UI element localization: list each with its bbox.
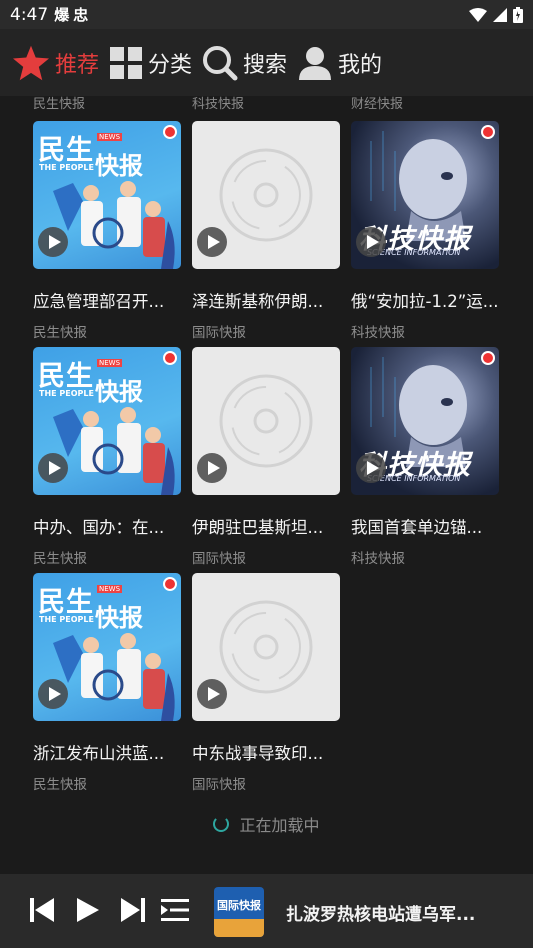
wifi-icon	[469, 7, 487, 22]
play-button[interactable]	[38, 453, 68, 483]
content-card[interactable]: 民生 NEWS 快报 THE PEOPLE 应急管理部召开... 民生快报	[33, 121, 183, 341]
card-title[interactable]: 应急管理部召开...	[33, 288, 183, 312]
tab-mine[interactable]: 我的	[297, 45, 382, 81]
card-source: 民生快报	[33, 97, 86, 112]
loading-indicator: 正在加载中	[0, 812, 533, 836]
play-icon	[48, 687, 61, 701]
cover-image-placeholder[interactable]	[192, 347, 340, 495]
play-icon	[366, 461, 379, 475]
play-button[interactable]	[197, 453, 227, 483]
card-title[interactable]: 伊朗驻巴基斯坦...	[192, 514, 342, 538]
play-button[interactable]	[356, 453, 386, 483]
card-source: 财经快报	[351, 97, 404, 112]
tab-category[interactable]: 分类	[109, 46, 192, 80]
card-source: 科技快报	[351, 325, 405, 341]
cover-image-keji[interactable]: 科技快报 SCIENCE INFORMATION	[351, 121, 499, 269]
cover-image-placeholder[interactable]	[192, 573, 340, 721]
partial-row: 民生快报 科技快报 财经快报	[0, 96, 533, 112]
content-card[interactable]: 科技快报 SCIENCE INFORMATION 俄“安加拉-1.2”运... 科技快…	[351, 121, 501, 341]
playlist-icon[interactable]	[161, 896, 189, 924]
previous-icon[interactable]	[30, 896, 54, 924]
content-card[interactable]: 中东战事导致印... 国际快报	[192, 573, 342, 793]
cover-image-minsheng[interactable]: 民生 NEWS 快报 THE PEOPLE	[33, 121, 181, 269]
card-source: 民生快报	[33, 551, 87, 567]
play-icon	[48, 461, 61, 475]
star-icon	[13, 45, 49, 80]
cover-image-keji[interactable]: 科技快报 SCIENCE INFORMATION	[351, 347, 499, 495]
content-card[interactable]: 科技快报 SCIENCE INFORMATION 我国首套单边锚... 科技快报	[351, 347, 501, 567]
play-icon[interactable]	[77, 896, 99, 924]
now-playing-title[interactable]: 扎波罗热核电站遭乌军...	[286, 900, 475, 925]
play-icon	[207, 461, 220, 475]
cover-image-placeholder[interactable]	[192, 121, 340, 269]
status-time: 4:47	[10, 4, 49, 25]
notification-icon: 爆	[54, 6, 70, 24]
card-source: 国际快报	[192, 325, 246, 341]
logo-icon	[481, 125, 495, 139]
card-title[interactable]: 中办、国办：在...	[33, 514, 183, 538]
content-grid[interactable]: 民生快报 科技快报 财经快报 民生 NEWS 快报 THE PEOPLE 应急管理部召开…	[0, 96, 533, 874]
cover-text: 国际快报	[217, 899, 261, 912]
card-title[interactable]: 中东战事导致印...	[192, 740, 342, 764]
play-button[interactable]	[197, 227, 227, 257]
card-source: 科技快报	[351, 551, 405, 567]
tab-recommend[interactable]: 推荐	[12, 45, 99, 81]
player-bar: 国际快报 扎波罗热核电站遭乌军...	[0, 874, 533, 948]
spinner-icon	[213, 816, 230, 832]
grid-icon	[110, 46, 143, 79]
battery-icon	[513, 6, 523, 23]
cover-image-minsheng[interactable]: 民生 NEWS 快报 THE PEOPLE	[33, 573, 181, 721]
tab-label: 分类	[148, 52, 193, 78]
card-title[interactable]: 浙江发布山洪蓝...	[33, 740, 183, 764]
play-icon	[207, 235, 220, 249]
loading-text: 正在加载中	[239, 816, 320, 835]
card-source: 国际快报	[192, 551, 246, 567]
tab-label: 我的	[338, 52, 383, 78]
card-source: 科技快报	[192, 97, 245, 112]
card-title[interactable]: 我国首套单边锚...	[351, 514, 501, 538]
content-card[interactable]: 泽连斯基称伊朗... 国际快报	[192, 121, 342, 341]
top-nav: 推荐 分类 搜索 我的	[0, 29, 533, 96]
card-title[interactable]: 俄“安加拉-1.2”运...	[351, 288, 501, 312]
card-title[interactable]: 泽连斯基称伊朗...	[192, 288, 342, 312]
play-icon	[366, 235, 379, 249]
card-source: 民生快报	[33, 325, 87, 341]
tab-label: 搜索	[243, 52, 288, 78]
cover-image-minsheng[interactable]: 民生 NEWS 快报 THE PEOPLE	[33, 347, 181, 495]
signal-icon	[493, 7, 507, 22]
logo-icon	[481, 351, 495, 365]
notification-icon: 忠	[73, 6, 89, 24]
search-icon	[203, 45, 238, 80]
content-card[interactable]: 伊朗驻巴基斯坦... 国际快报	[192, 347, 342, 567]
content-card[interactable]: 民生 NEWS 快报 THE PEOPLE 中办、国办：在... 民生快报	[33, 347, 183, 567]
play-button[interactable]	[38, 679, 68, 709]
now-playing-cover[interactable]: 国际快报	[214, 887, 264, 937]
card-source: 民生快报	[33, 777, 87, 793]
play-icon	[48, 235, 61, 249]
play-button[interactable]	[197, 679, 227, 709]
content-card[interactable]: 民生 NEWS 快报 THE PEOPLE 浙江发布山洪蓝... 民生快报	[33, 573, 183, 793]
play-button[interactable]	[38, 227, 68, 257]
status-bar: 4:47 爆 忠	[0, 0, 533, 29]
play-button[interactable]	[356, 227, 386, 257]
play-icon	[207, 687, 220, 701]
tab-search[interactable]: 搜索	[202, 45, 287, 81]
next-icon[interactable]	[121, 896, 145, 924]
person-icon	[299, 46, 332, 80]
card-source: 国际快报	[192, 777, 246, 793]
tab-label: 推荐	[55, 52, 100, 78]
